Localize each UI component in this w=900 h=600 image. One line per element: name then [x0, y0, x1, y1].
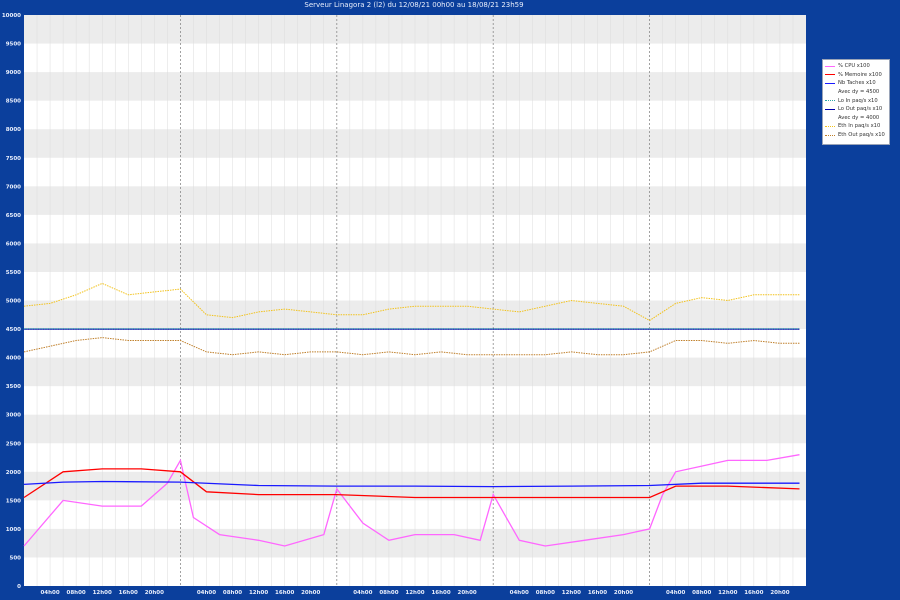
legend-label: Avec dy = 4000	[838, 114, 880, 121]
y-tick-label: 6000	[6, 241, 21, 247]
legend-entry: Avec dy = 4000	[825, 114, 887, 123]
y-tick-label: 2500	[6, 441, 21, 447]
legend-entry: Lo In paq/s x10	[825, 96, 887, 105]
y-tick-label: 1500	[6, 498, 21, 504]
x-tick-label: 16h00	[431, 590, 450, 596]
legend-swatch	[825, 82, 835, 84]
y-tick-label: 9000	[6, 70, 21, 76]
legend-label: Eth In paq/s x10	[838, 123, 881, 130]
y-tick-label: 2000	[6, 470, 21, 476]
y-tick-label: 10000	[2, 13, 21, 19]
x-tick-label: 04h00	[353, 590, 372, 596]
legend-entry: Avec dy = 4500	[825, 88, 887, 97]
x-tick-label: 16h00	[588, 590, 607, 596]
y-tick-label: 7500	[6, 156, 21, 162]
x-tick-label: 04h00	[197, 590, 216, 596]
y-tick-label: 3500	[6, 384, 21, 390]
y-tick-label: 5000	[6, 299, 21, 305]
y-tick-labels: 0 500 1000 1500 2000 2500 3000 3500 4000 4500 5000…	[2, 13, 21, 590]
x-tick-label: 04h00	[666, 590, 685, 596]
legend-label: Lo In paq/s x10	[838, 97, 878, 104]
x-tick-label: 12h00	[562, 590, 581, 596]
legend-swatch	[825, 74, 835, 76]
y-tick-label: 4500	[6, 327, 21, 333]
legend-swatch	[825, 125, 835, 127]
x-tick-label: 20h00	[301, 590, 320, 596]
x-tick-label: 16h00	[744, 590, 763, 596]
x-tick-label: 08h00	[692, 590, 711, 596]
x-tick-label: 20h00	[145, 590, 164, 596]
x-tick-label: 08h00	[223, 590, 242, 596]
x-tick-label: 12h00	[718, 590, 737, 596]
legend-entry: Lo Out paq/s x10	[825, 105, 887, 114]
y-tick-label: 9500	[6, 42, 21, 48]
legend-entry: Eth Out paq/s x10	[825, 131, 887, 140]
x-tick-labels: 04h00 08h00 12h00 16h00 20h00 04h00 08h00 12h00…	[40, 590, 789, 596]
x-tick-label: 12h00	[93, 590, 112, 596]
y-tick-label: 8500	[6, 99, 21, 105]
legend-entry: Nb Taches x10	[825, 79, 887, 88]
chart-svg: 0 500 1000 1500 2000 2500 3000 3500 4000 4500 5000…	[2, 13, 806, 596]
x-tick-label: 12h00	[249, 590, 268, 596]
legend-swatch	[825, 108, 835, 110]
legend-swatch	[825, 65, 835, 67]
legend-label: Lo Out paq/s x10	[838, 106, 883, 113]
y-tick-label: 1000	[6, 527, 21, 533]
y-tick-label: 4000	[6, 356, 21, 362]
x-tick-label: 20h00	[614, 590, 633, 596]
y-tick-label: 0	[17, 584, 21, 590]
y-tick-label: 7000	[6, 184, 21, 190]
legend: % CPU x100% Memoire x100 Nb Taches x10 Ave…	[822, 59, 890, 145]
x-tick-label: 20h00	[458, 590, 477, 596]
x-tick-label: 08h00	[379, 590, 398, 596]
legend-swatch	[825, 100, 835, 102]
y-tick-label: 8000	[6, 127, 21, 133]
x-tick-label: 08h00	[67, 590, 86, 596]
x-tick-label: 12h00	[405, 590, 424, 596]
legend-entry: % Memoire x100	[825, 71, 887, 80]
x-tick-label: 04h00	[510, 590, 529, 596]
x-tick-label: 20h00	[770, 590, 789, 596]
y-tick-label: 3000	[6, 413, 21, 419]
legend-label: Nb Taches x10	[838, 80, 876, 87]
legend-label: Avec dy = 4500	[838, 89, 880, 96]
legend-entry: Eth In paq/s x10	[825, 122, 887, 131]
y-tick-label: 6500	[6, 213, 21, 219]
legend-entry: % CPU x100	[825, 62, 887, 71]
x-tick-label: 04h00	[40, 590, 59, 596]
legend-label: % Memoire x100	[838, 71, 882, 78]
legend-swatch	[825, 134, 835, 136]
x-tick-label: 16h00	[275, 590, 294, 596]
x-tick-label: 08h00	[536, 590, 555, 596]
y-tick-label: 500	[10, 555, 22, 561]
y-tick-label: 5500	[6, 270, 21, 276]
legend-label: % CPU x100	[838, 63, 870, 70]
legend-label: Eth Out paq/s x10	[838, 132, 885, 139]
x-tick-label: 16h00	[119, 590, 138, 596]
